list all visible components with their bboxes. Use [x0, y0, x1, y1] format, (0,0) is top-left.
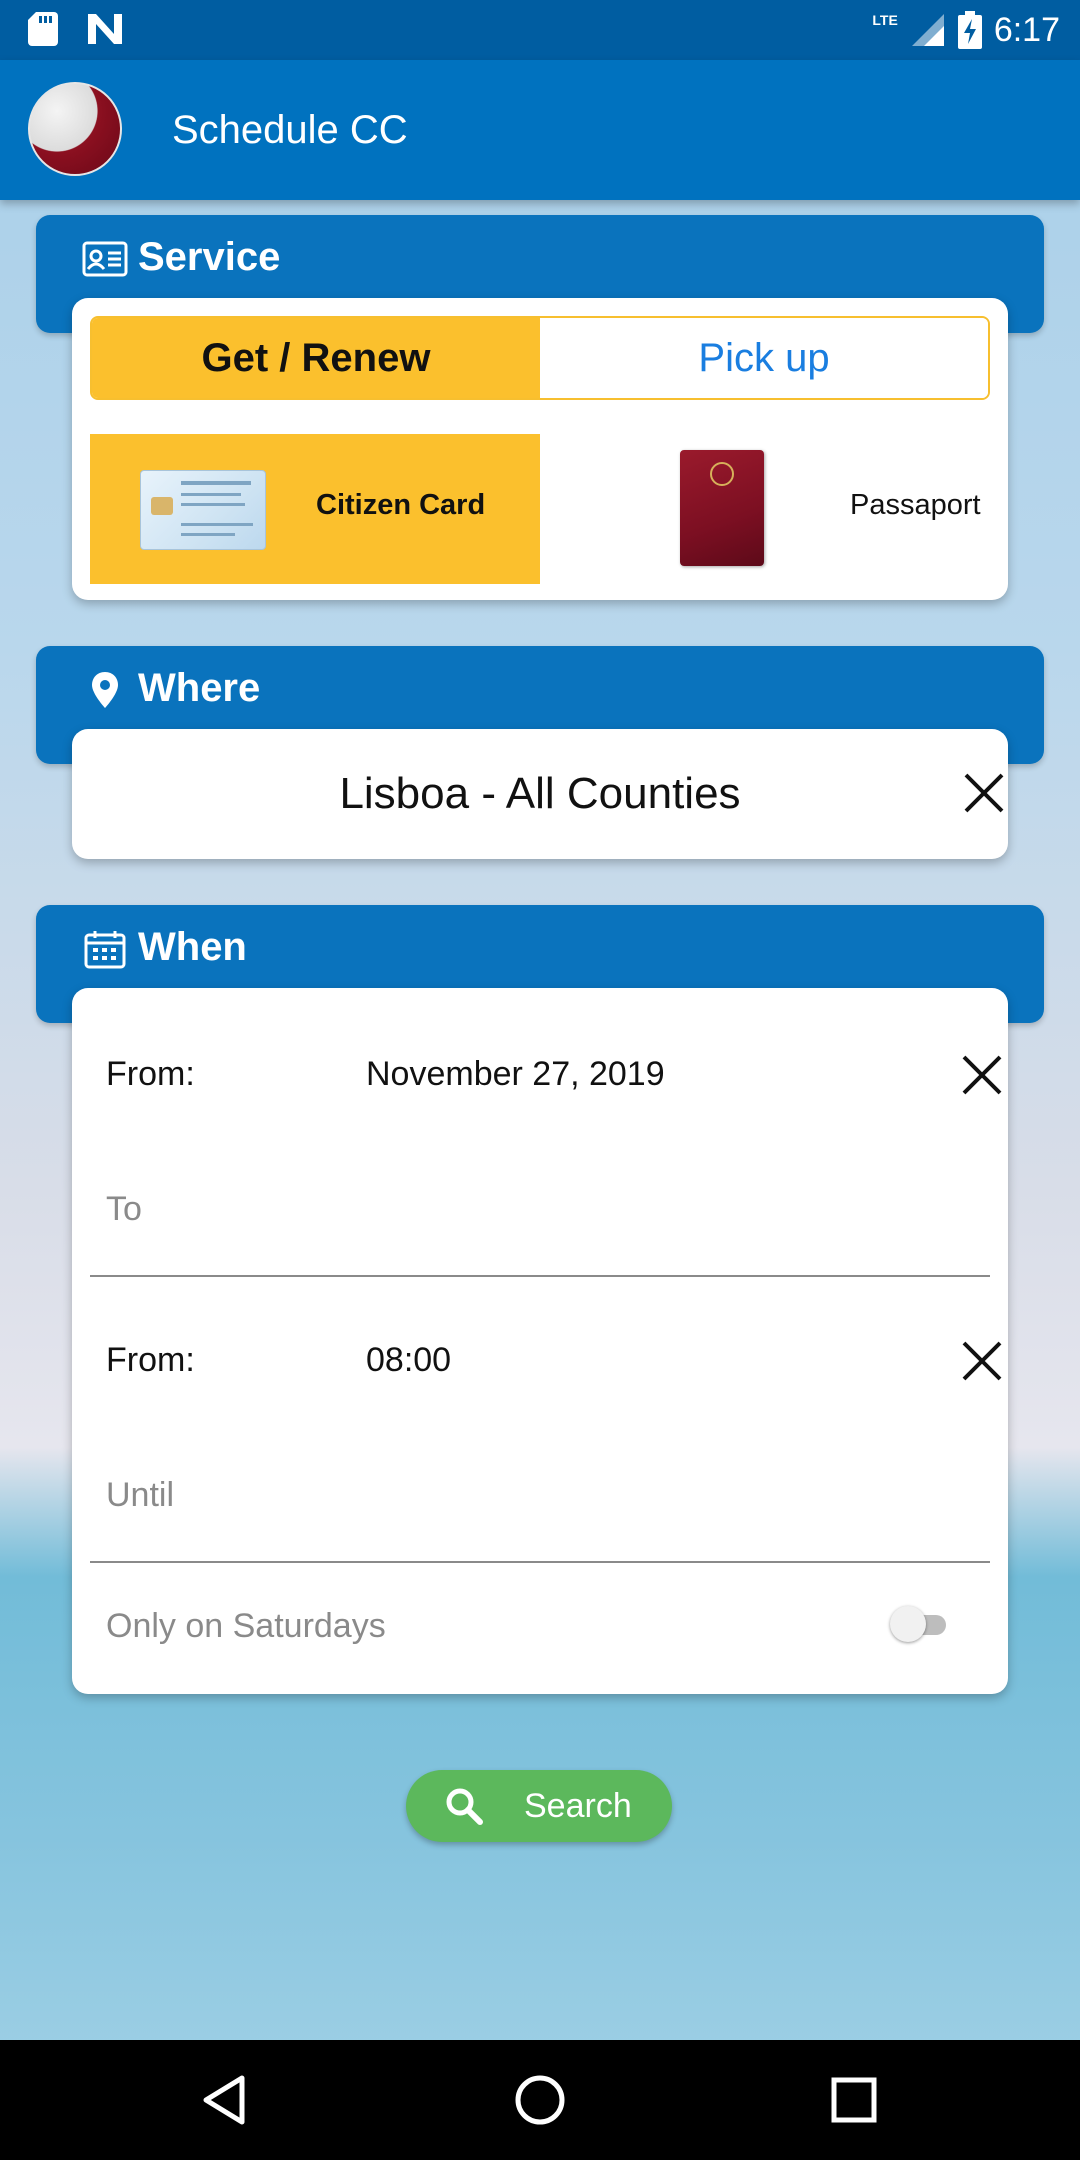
search-label: Search [524, 1787, 632, 1825]
app-logo [28, 82, 122, 176]
toggle-thumb [890, 1606, 926, 1642]
search-button[interactable]: Search [406, 1770, 672, 1842]
passport-image [680, 450, 764, 566]
battery-charging-icon [957, 11, 982, 49]
calendar-icon [84, 931, 126, 969]
service-title: Service [138, 235, 281, 279]
saturdays-label: Only on Saturdays [106, 1607, 386, 1645]
sd-card-icon [28, 12, 58, 46]
app-bar: Schedule CC [0, 60, 1080, 200]
status-time: 6:17 [993, 11, 1060, 49]
time-from-label: From: [106, 1341, 195, 1379]
location-value[interactable]: Lisboa - All Counties [72, 769, 1008, 819]
status-bar: LTE 6:17 [0, 0, 1080, 60]
citizen-card-label: Citizen Card [316, 489, 486, 521]
recents-icon[interactable] [824, 2070, 884, 2130]
id-card-icon [82, 241, 128, 277]
date-to-underline [90, 1275, 990, 1277]
when-card: From: November 27, 2019 To From: 08:00 U… [72, 988, 1008, 1694]
service-card: Get / Renew Pick up Citizen Card Passapo… [72, 298, 1008, 600]
citizen-card-image [140, 470, 266, 550]
saturdays-toggle[interactable] [890, 1606, 948, 1642]
tab-pick-up[interactable]: Pick up [540, 318, 988, 398]
screen: LTE 6:17 Schedule CC Service Get / Renew… [0, 0, 1080, 2160]
tab-get-renew[interactable]: Get / Renew [92, 318, 540, 398]
document-option-passport[interactable]: Passaport [540, 434, 990, 584]
location-pin-icon [92, 672, 118, 708]
time-from-value[interactable]: 08:00 [366, 1341, 451, 1380]
when-title: When [138, 925, 247, 969]
network-type: LTE [872, 12, 898, 28]
where-card[interactable]: Lisboa - All Counties [72, 729, 1008, 859]
date-from-value[interactable]: November 27, 2019 [366, 1055, 665, 1094]
app-title: Schedule CC [172, 108, 408, 152]
search-icon [446, 1788, 483, 1825]
where-title: Where [138, 666, 261, 710]
back-icon[interactable] [196, 2070, 256, 2130]
time-until-underline [90, 1561, 990, 1563]
signal-icon [911, 14, 944, 46]
time-until-field[interactable]: Until [106, 1476, 174, 1515]
home-icon[interactable] [510, 2070, 570, 2130]
clear-time-icon[interactable] [960, 1339, 1004, 1383]
clear-date-icon[interactable] [960, 1053, 1004, 1097]
passport-label: Passaport [850, 489, 981, 521]
clear-location-icon[interactable] [962, 771, 1006, 815]
service-type-segmented: Get / Renew Pick up [90, 316, 990, 400]
date-from-label: From: [106, 1055, 195, 1093]
n-logo-icon [88, 14, 122, 44]
date-to-field[interactable]: To [106, 1190, 142, 1229]
document-option-citizen-card[interactable]: Citizen Card [90, 434, 540, 584]
navigation-bar [0, 2040, 1080, 2160]
